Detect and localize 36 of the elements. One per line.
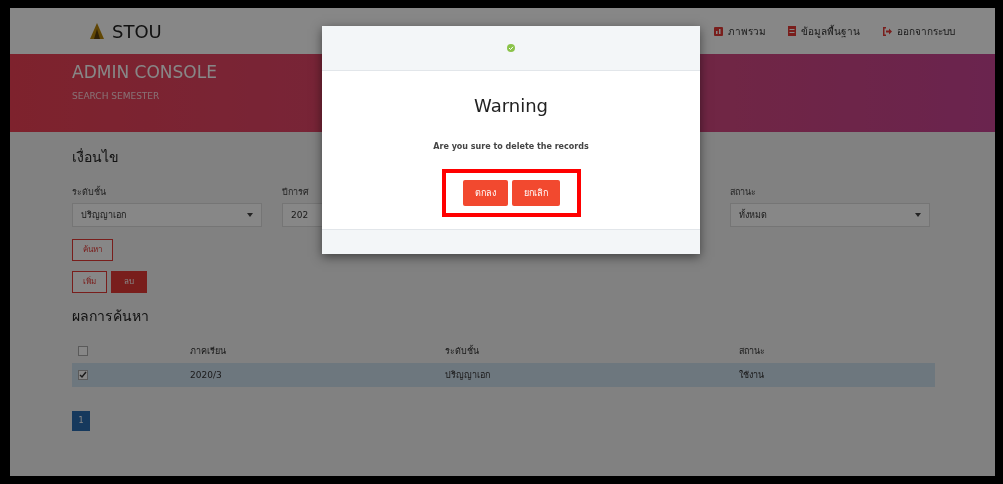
field-label: ปีการศ (282, 186, 309, 199)
chart-icon (714, 26, 723, 36)
field-label: ระดับชั้น (72, 185, 106, 199)
add-button[interactable]: เพิ่ม (72, 270, 107, 293)
dropdown-caret-icon (247, 213, 253, 217)
table-cell: 2020/3 (190, 369, 222, 380)
nav-link[interactable]: ออกจากระบบ (882, 23, 955, 39)
column-header: สถานะ (739, 345, 765, 356)
column-header: ภาคเรียน (190, 345, 226, 356)
table-cell: ใช้งาน (739, 369, 764, 380)
temple-logo-icon (90, 23, 104, 39)
nav-link[interactable]: ข้อมูลพื้นฐาน (788, 23, 860, 39)
sign-out-icon (882, 26, 892, 36)
dropdown-caret-icon (915, 213, 921, 217)
section-heading: เงื่อนไข (72, 147, 119, 167)
banner-title: ADMIN CONSOLE (72, 62, 218, 82)
dropdown-field[interactable]: ทั้งหมด (730, 203, 930, 227)
brand-name: STOU (112, 20, 162, 42)
dialog-title: Warning (474, 95, 548, 116)
section-heading: ผลการค้นหา (72, 306, 149, 326)
dialog-message: Are you sure to delete the records (433, 142, 589, 151)
checkbox[interactable] (78, 345, 88, 356)
page-button[interactable]: 1 (72, 410, 90, 431)
banner-subtitle: SEARCH SEMESTER (72, 91, 161, 101)
check-circle-icon (507, 44, 515, 52)
dropdown-field[interactable]: ปริญญาเอก (72, 203, 262, 227)
cancel-button[interactable]: ยกเลิก (511, 180, 560, 206)
confirm-button[interactable]: ตกลง (462, 180, 508, 206)
document-icon (788, 26, 796, 36)
search-button[interactable]: ค้นหา (72, 238, 113, 261)
column-header: ระดับชั้น (445, 345, 479, 356)
checkbox[interactable] (78, 369, 88, 380)
field-label: สถานะ (730, 186, 756, 199)
nav-link[interactable]: ภาพรวม (714, 23, 766, 39)
table-cell: ปริญญาเอก (445, 369, 490, 380)
delete-button[interactable]: ลบ (111, 270, 147, 293)
